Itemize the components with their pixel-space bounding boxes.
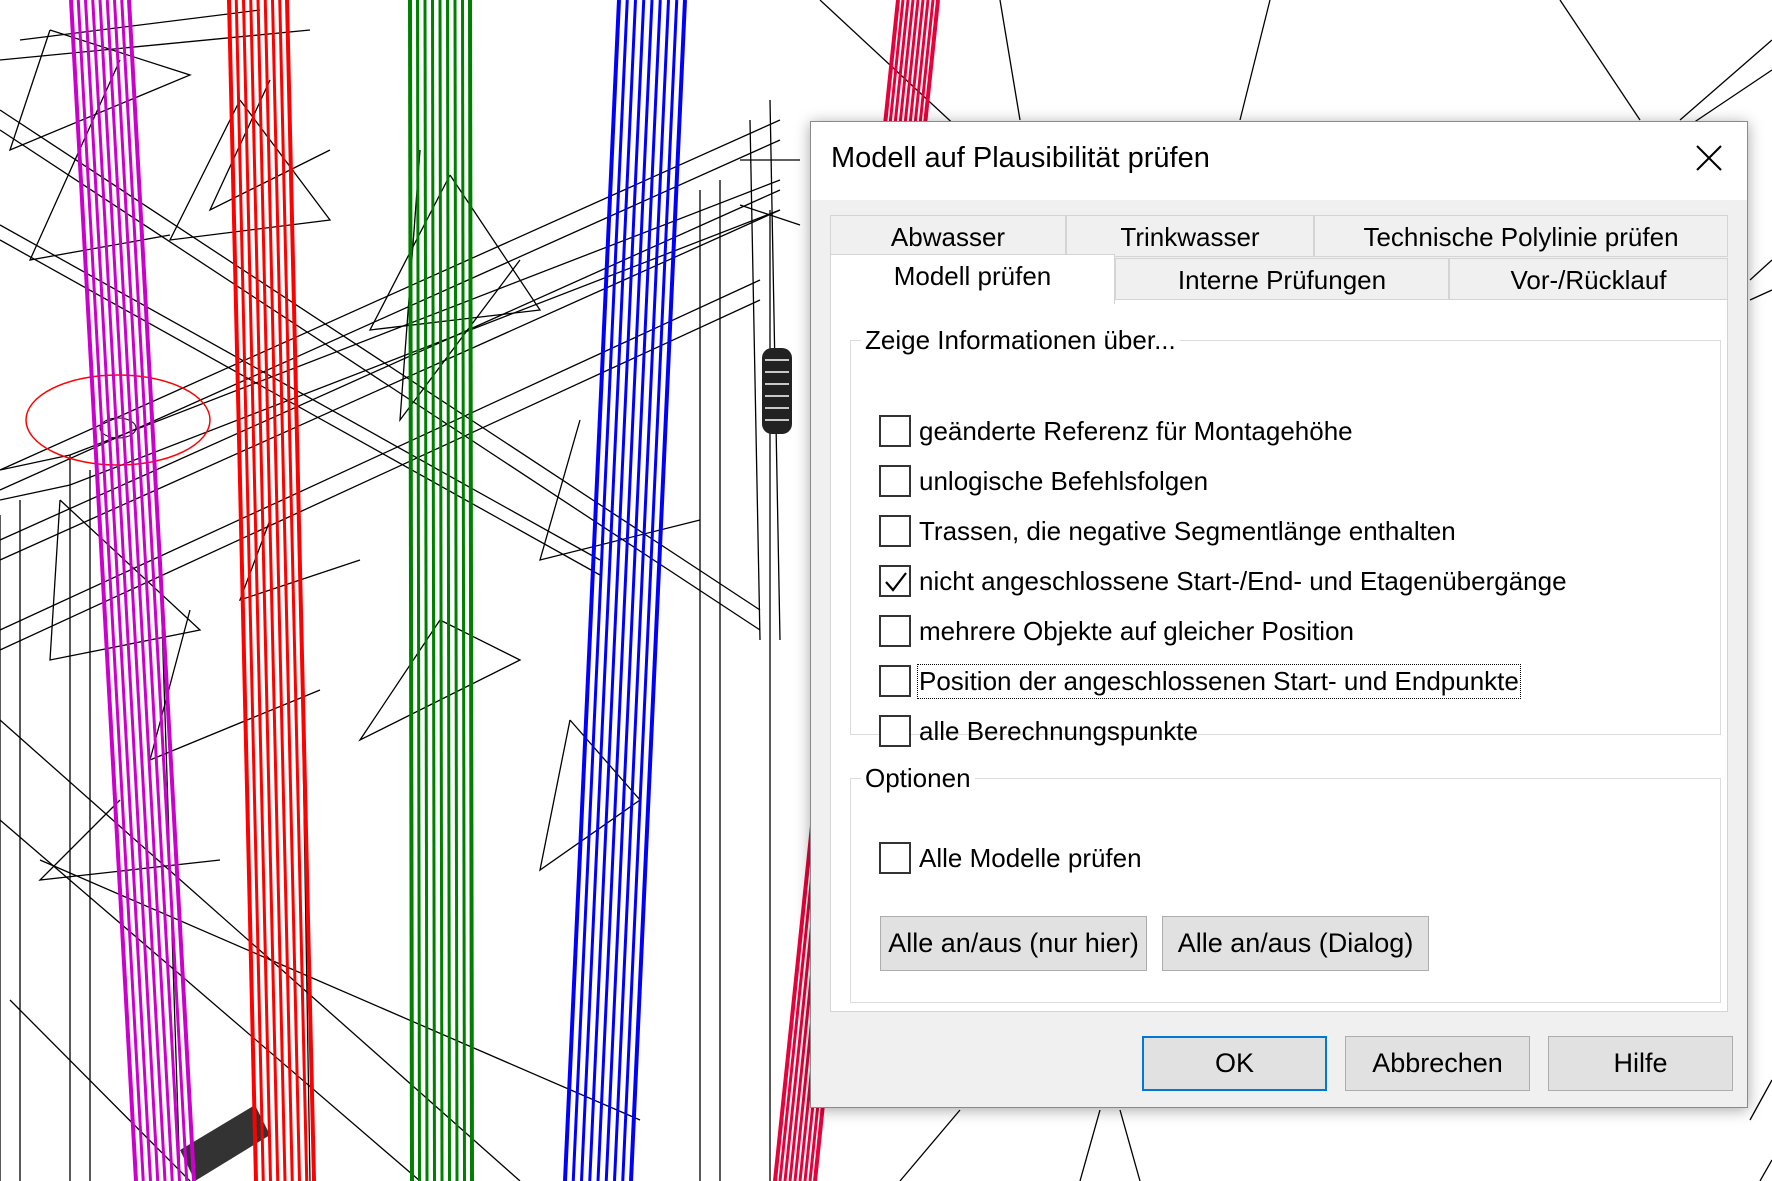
pipe-line <box>271 0 301 1181</box>
tab-label: Technische Polylinie prüfen <box>1363 222 1679 252</box>
info-option-checkbox[interactable] <box>879 565 911 597</box>
close-button[interactable] <box>1669 122 1747 200</box>
tab-modell-pruefen[interactable]: Modell prüfen <box>830 254 1115 304</box>
cancel-button[interactable]: Abbrechen <box>1345 1036 1530 1091</box>
options-group: Optionen Alle Modelle prüfen Alle an/aus… <box>850 763 1721 1003</box>
ok-button[interactable]: OK <box>1142 1036 1327 1091</box>
pipe-line <box>234 0 265 1181</box>
all-models-checkbox[interactable] <box>879 842 911 874</box>
tab-label: Vor-/Rücklauf <box>1510 265 1667 295</box>
tab-label: Modell prüfen <box>893 261 1052 291</box>
plausibility-dialog: Modell auf Plausibilität prüfen Abwasser… <box>810 121 1748 1108</box>
info-group-legend: Zeige Informationen über... <box>865 325 1176 355</box>
close-icon <box>1696 145 1722 171</box>
pipe-line <box>621 0 679 1181</box>
info-option-label: geänderte Referenz für Montagehöhe <box>919 415 1353 446</box>
pipe-line <box>461 0 466 1181</box>
info-option-checkbox[interactable] <box>879 515 911 547</box>
info-option-label: alle Berechnungspunkte <box>919 715 1198 746</box>
pipe-line <box>613 0 670 1181</box>
pipe-line <box>580 0 637 1181</box>
pipe-line <box>563 0 621 1181</box>
tab-label: Interne Prüfungen <box>1177 265 1387 295</box>
pipe-line <box>438 0 444 1181</box>
info-option-checkbox[interactable] <box>879 615 911 647</box>
pipe-line <box>423 0 429 1181</box>
info-option-label: mehrere Objekte auf gleicher Position <box>919 615 1355 646</box>
tab-label: Trinkwasser <box>1120 222 1260 252</box>
tab-vor-ruecklauf[interactable]: Vor-/Rücklauf <box>1449 258 1728 300</box>
info-group: Zeige Informationen über... geänderte Re… <box>850 325 1721 747</box>
info-option-label: Position der angeschlossenen Start- und … <box>917 663 1521 699</box>
tab-trinkwasser[interactable]: Trinkwasser <box>1066 215 1314 257</box>
help-button[interactable]: Hilfe <box>1548 1036 1733 1091</box>
all-models-label: Alle Modelle prüfen <box>919 842 1142 873</box>
dialog-title: Modell auf Plausibilität prüfen <box>831 142 1210 174</box>
pipe-line <box>227 0 258 1181</box>
pipe-line <box>446 0 451 1181</box>
pipe-line <box>629 0 687 1181</box>
pipe-line <box>468 0 474 1181</box>
pipe-line <box>431 0 436 1181</box>
info-option-label: Trassen, die negative Segmentlänge entha… <box>919 515 1456 546</box>
tab-panel-modell-pruefen: Zeige Informationen über... geänderte Re… <box>830 299 1728 1012</box>
all-models-checkbox-row[interactable]: Alle Modelle prüfen <box>879 838 1142 878</box>
toggle-all-dialog-button[interactable]: Alle an/aus (Dialog) <box>1162 916 1429 971</box>
info-option-row[interactable]: mehrere Objekte auf gleicher Position <box>879 611 1354 651</box>
options-group-legend: Optionen <box>865 763 971 793</box>
checkmark-icon <box>885 572 907 592</box>
pipe-line <box>588 0 646 1181</box>
tab-abwasser[interactable]: Abwasser <box>830 215 1066 257</box>
info-option-row[interactable]: nicht angeschlossene Start-/End- und Eta… <box>879 561 1567 601</box>
info-option-row[interactable]: unlogische Befehlsfolgen <box>879 461 1208 501</box>
tab-label: Abwasser <box>890 222 1006 252</box>
pipe-line <box>278 0 309 1181</box>
pipe-line <box>416 0 421 1181</box>
info-option-row[interactable]: Trassen, die negative Segmentlänge entha… <box>879 511 1456 551</box>
info-option-row[interactable]: alle Berechnungspunkte <box>879 711 1198 751</box>
pipe-line <box>571 0 629 1181</box>
pipe-line <box>596 0 654 1181</box>
pipe-line <box>256 0 287 1181</box>
info-option-checkbox[interactable] <box>879 465 911 497</box>
tab-interne-pruefungen[interactable]: Interne Prüfungen <box>1115 258 1449 300</box>
pipe-line <box>408 0 414 1181</box>
pipe-fitting <box>762 348 792 434</box>
pipe-line <box>285 0 316 1181</box>
info-option-row[interactable]: Position der angeschlossenen Start- und … <box>879 661 1521 701</box>
info-option-checkbox[interactable] <box>879 665 911 697</box>
tab-technische-polylinie[interactable]: Technische Polylinie prüfen <box>1314 215 1728 257</box>
dialog-titlebar: Modell auf Plausibilität prüfen <box>811 122 1747 200</box>
info-option-label: nicht angeschlossene Start-/End- und Eta… <box>919 565 1567 596</box>
info-option-row[interactable]: geänderte Referenz für Montagehöhe <box>879 411 1353 451</box>
info-option-label: unlogische Befehlsfolgen <box>919 465 1209 496</box>
pipe-line <box>453 0 459 1181</box>
pipe-line <box>249 0 280 1181</box>
info-option-checkbox[interactable] <box>879 415 911 447</box>
info-option-checkbox[interactable] <box>879 715 911 747</box>
pipe-line <box>604 0 662 1181</box>
toggle-all-here-button[interactable]: Alle an/aus (nur hier) <box>880 916 1147 971</box>
